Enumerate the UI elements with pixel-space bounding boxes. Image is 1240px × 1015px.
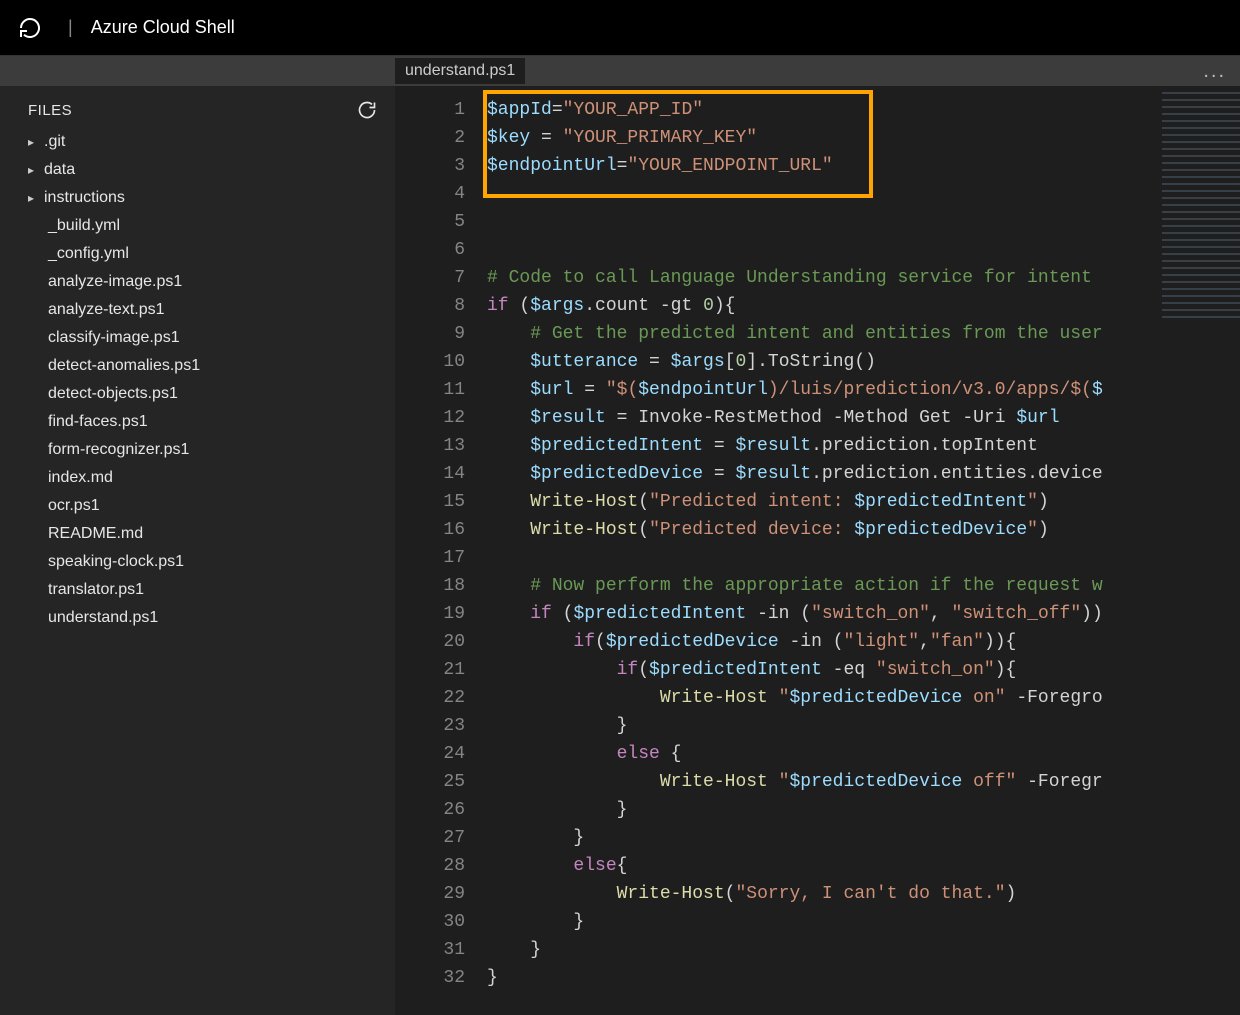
file-label: speaking-clock.ps1 [48,553,184,571]
file-item[interactable]: detect-anomalies.ps1 [0,352,395,380]
file-label: _build.yml [48,217,120,235]
file-item[interactable]: find-faces.ps1 [0,408,395,436]
folder-item[interactable]: ▸ instructions [0,184,395,212]
file-label: ocr.ps1 [48,497,100,515]
reload-icon[interactable] [18,16,42,40]
file-label: detect-objects.ps1 [48,385,178,403]
chevron-right-icon: ▸ [28,191,38,205]
file-item[interactable]: form-recognizer.ps1 [0,436,395,464]
file-item[interactable]: README.md [0,520,395,548]
file-label: understand.ps1 [48,609,158,627]
file-item[interactable]: translator.ps1 [0,576,395,604]
file-label: translator.ps1 [48,581,144,599]
file-label: README.md [48,525,143,543]
tab-file[interactable]: understand.ps1 [395,58,525,84]
file-label: classify-image.ps1 [48,329,180,347]
file-label: _config.yml [48,245,129,263]
folder-item[interactable]: ▸ data [0,156,395,184]
file-item[interactable]: _config.yml [0,240,395,268]
file-label: analyze-image.ps1 [48,273,182,291]
code-content[interactable]: $appId="YOUR_APP_ID"$key = "YOUR_PRIMARY… [487,86,1240,1015]
folder-label: .git [44,133,65,151]
file-item[interactable]: index.md [0,464,395,492]
file-explorer: FILES ▸ .git ▸ data ▸ instructions _build.yml _… [0,86,395,1015]
file-item[interactable]: analyze-text.ps1 [0,296,395,324]
file-item[interactable]: _build.yml [0,212,395,240]
file-item[interactable]: analyze-image.ps1 [0,268,395,296]
minimap[interactable] [1162,92,1240,322]
file-item[interactable]: classify-image.ps1 [0,324,395,352]
folder-label: data [44,161,75,179]
chevron-right-icon: ▸ [28,135,38,149]
file-item[interactable]: understand.ps1 [0,604,395,632]
file-label: find-faces.ps1 [48,413,148,431]
tab-overflow-menu[interactable]: ... [1203,60,1226,83]
titlebar: | Azure Cloud Shell [0,0,1240,56]
line-gutter: 1234567891011121314151617181920212223242… [395,86,487,1015]
tabbar: understand.ps1 ... [0,56,1240,86]
folder-label: instructions [44,189,125,207]
file-label: form-recognizer.ps1 [48,441,189,459]
file-label: detect-anomalies.ps1 [48,357,200,375]
code-editor[interactable]: 1234567891011121314151617181920212223242… [395,86,1240,1015]
file-label: index.md [48,469,113,487]
refresh-icon[interactable] [357,100,377,120]
titlebar-divider: | [68,17,73,38]
file-item[interactable]: ocr.ps1 [0,492,395,520]
files-section-label: FILES [28,102,72,119]
file-item[interactable]: speaking-clock.ps1 [0,548,395,576]
chevron-right-icon: ▸ [28,163,38,177]
folder-item[interactable]: ▸ .git [0,128,395,156]
file-item[interactable]: detect-objects.ps1 [0,380,395,408]
app-title: Azure Cloud Shell [91,17,235,38]
file-label: analyze-text.ps1 [48,301,165,319]
